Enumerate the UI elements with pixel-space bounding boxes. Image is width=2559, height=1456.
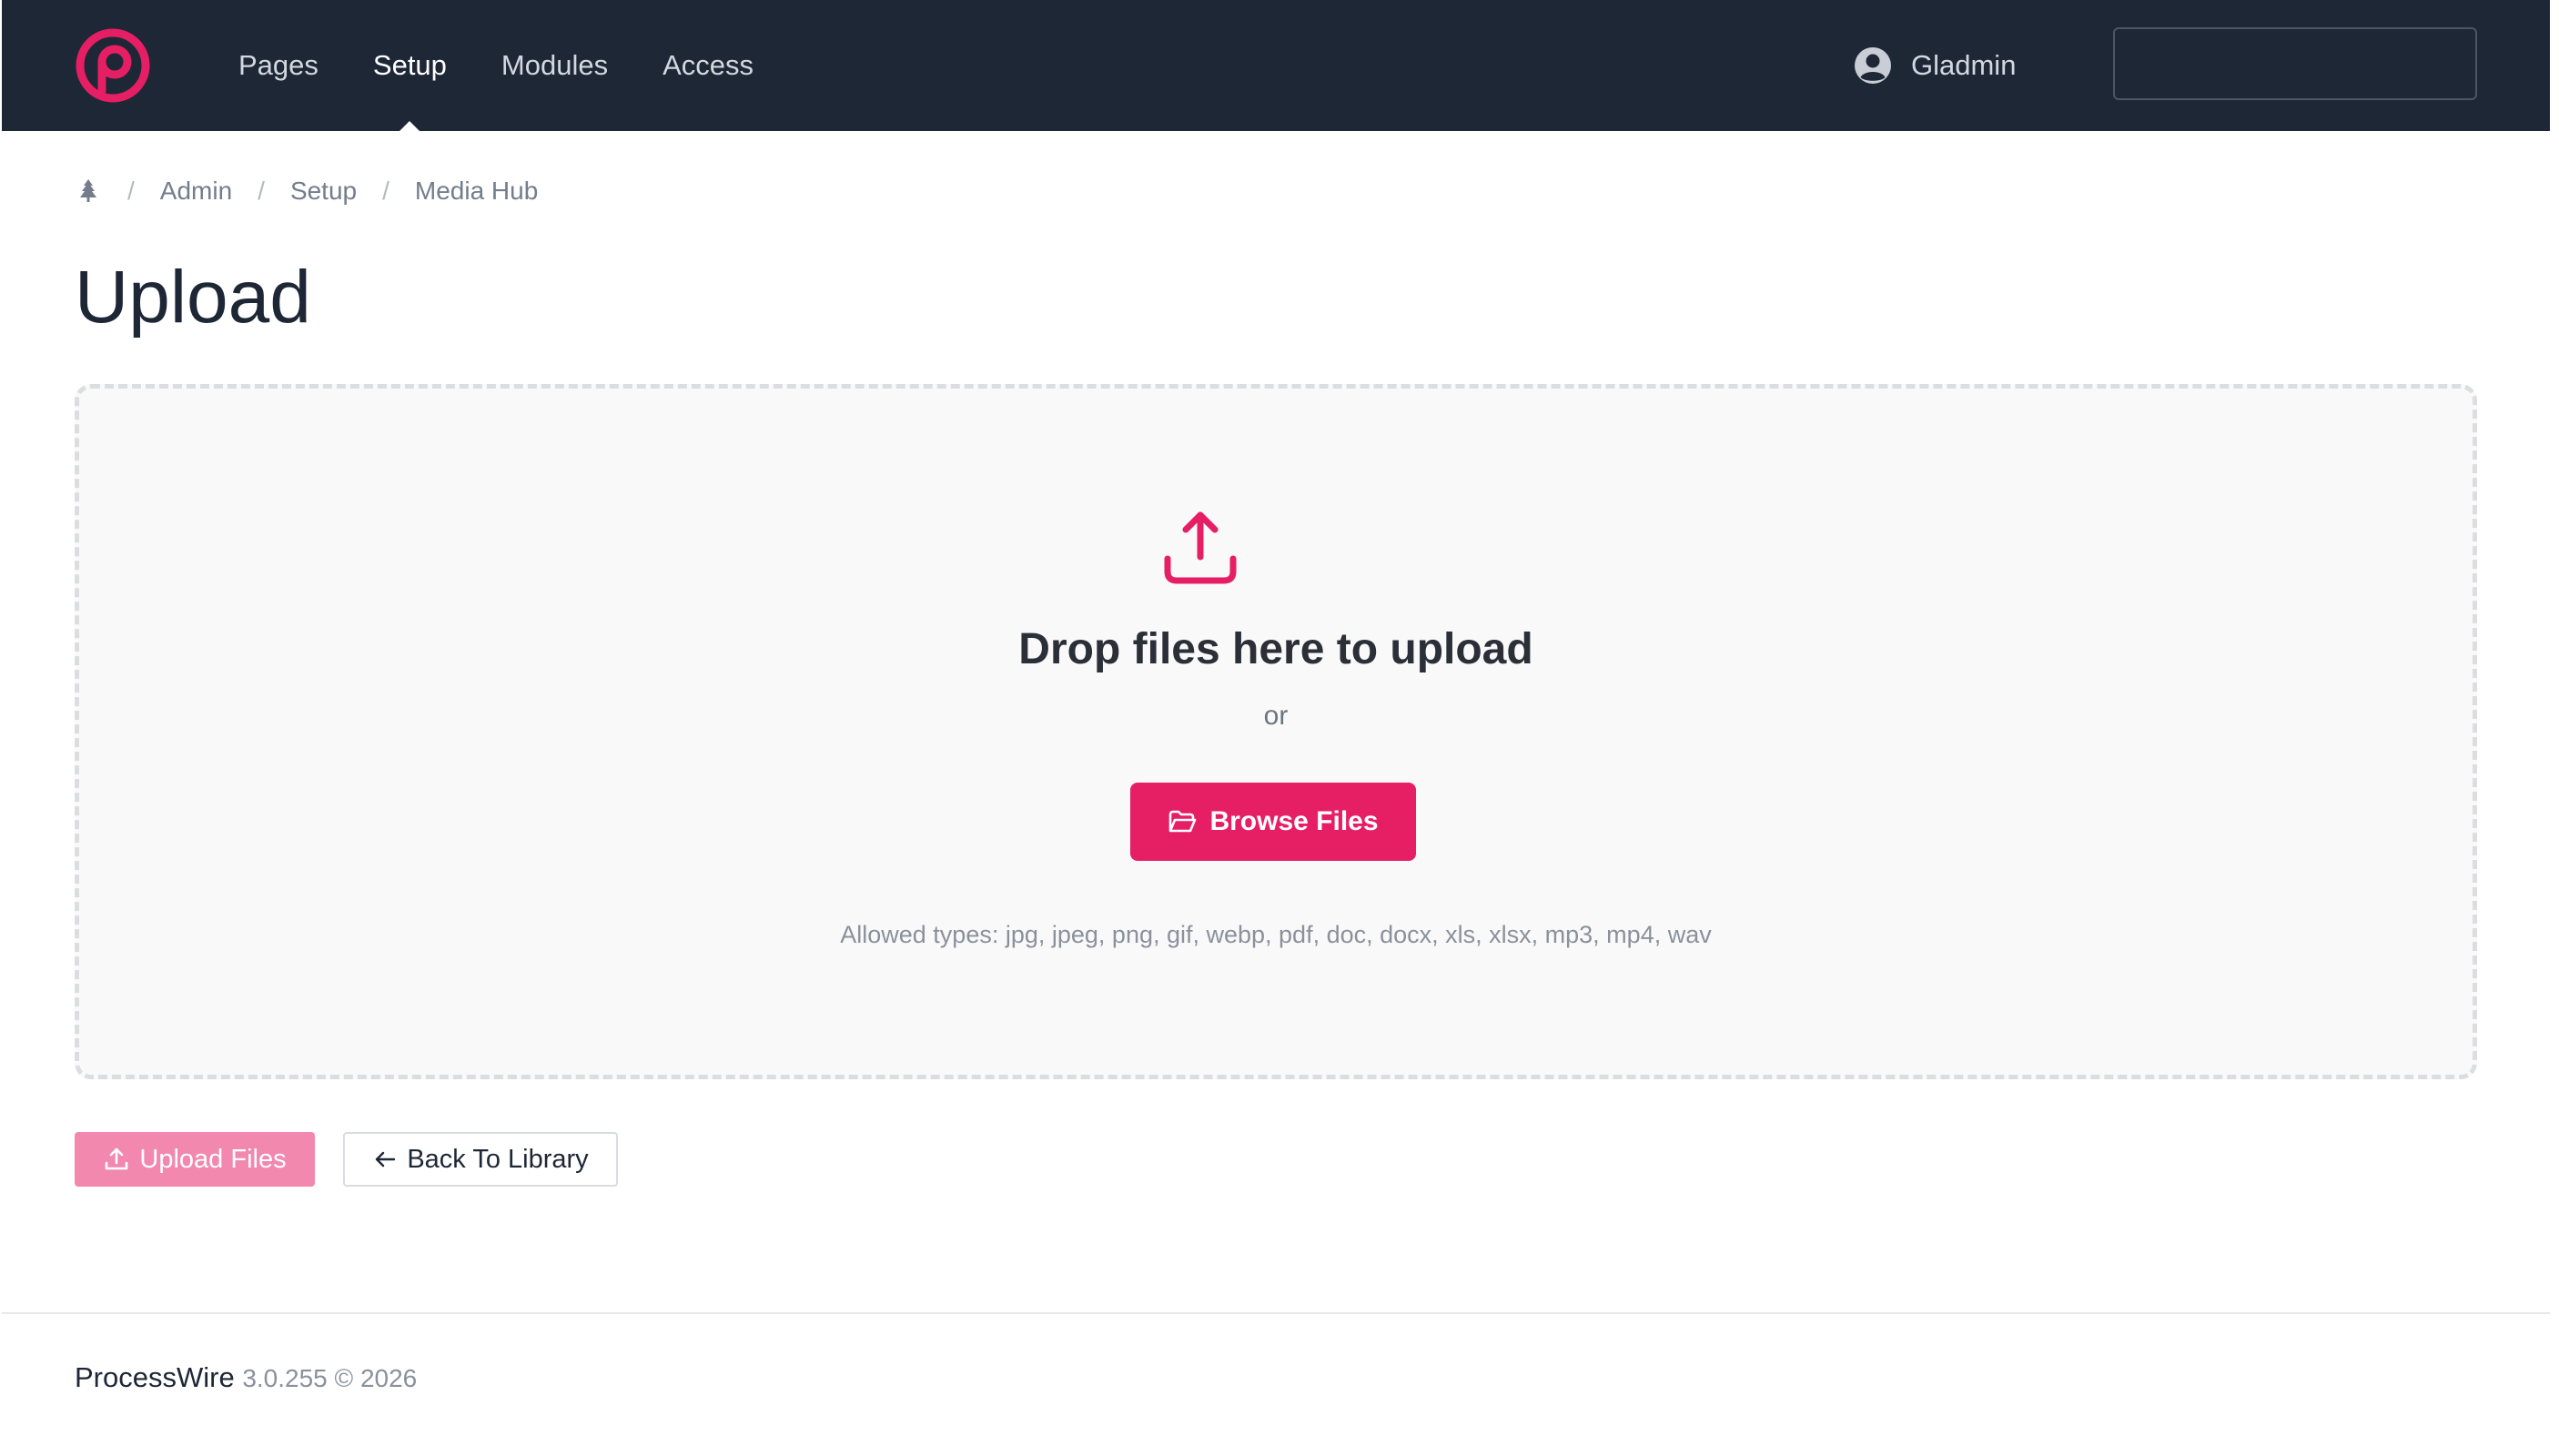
breadcrumb-separator: / <box>258 177 265 205</box>
browse-files-label: Browse Files <box>1209 806 1379 836</box>
dropzone-or-text: or <box>1263 701 1289 731</box>
upload-icon <box>1164 511 1237 584</box>
breadcrumb: / Admin / Setup / Media Hub <box>75 173 538 209</box>
nav-item-modules[interactable]: Modules <box>501 0 608 131</box>
folder-open-icon <box>1169 810 1197 833</box>
user-circle-icon <box>1855 47 1891 84</box>
nav-label: Setup <box>372 49 447 81</box>
upload-files-button[interactable]: Upload Files <box>75 1132 315 1187</box>
search-box[interactable] <box>2113 27 2478 100</box>
main-nav: Pages Setup Modules Access <box>238 0 808 131</box>
upload-icon <box>106 1148 128 1170</box>
dropzone-title: Drop files here to upload <box>1018 625 1533 673</box>
page-title: Upload <box>75 256 311 339</box>
nav-item-setup[interactable]: Setup <box>373 0 447 131</box>
footer: ProcessWire 3.0.255 © 2026 <box>2 1312 2550 1456</box>
breadcrumb-separator: / <box>382 177 389 205</box>
active-indicator <box>400 121 420 131</box>
footer-brand[interactable]: ProcessWire <box>75 1361 235 1393</box>
nav-label: Access <box>663 49 754 81</box>
top-navbar: Pages Setup Modules Access Gladmin <box>2 0 2550 131</box>
app-window: Pages Setup Modules Access Gladmin / Adm… <box>2 0 2550 1456</box>
tree-icon[interactable] <box>75 177 102 205</box>
nav-label: Pages <box>238 49 319 81</box>
window-edge <box>2550 0 2559 1456</box>
user-name: Gladmin <box>1911 49 2017 81</box>
back-to-library-label: Back To Library <box>407 1144 589 1174</box>
nav-label: Modules <box>501 49 609 81</box>
allowed-types-text: Allowed types: jpg, jpeg, png, gif, webp… <box>840 921 1712 948</box>
browse-files-button[interactable]: Browse Files <box>1130 783 1416 861</box>
breadcrumb-separator: / <box>127 177 135 205</box>
footer-version: 3.0.255 © 2026 <box>242 1364 418 1392</box>
processwire-logo[interactable] <box>75 27 151 104</box>
upload-dropzone[interactable] <box>75 384 2477 1079</box>
breadcrumb-media-hub[interactable]: Media Hub <box>415 177 538 206</box>
breadcrumb-admin[interactable]: Admin <box>160 177 232 206</box>
footer-text: ProcessWire 3.0.255 © 2026 <box>75 1361 417 1394</box>
arrow-left-icon <box>376 1151 396 1168</box>
nav-item-access[interactable]: Access <box>663 0 754 131</box>
breadcrumb-setup[interactable]: Setup <box>290 177 357 206</box>
user-menu[interactable]: Gladmin <box>1853 40 2016 91</box>
back-to-library-button[interactable]: Back To Library <box>343 1132 618 1187</box>
search-input[interactable] <box>2137 29 2478 98</box>
upload-files-label: Upload Files <box>139 1144 287 1174</box>
nav-item-pages[interactable]: Pages <box>238 0 319 131</box>
